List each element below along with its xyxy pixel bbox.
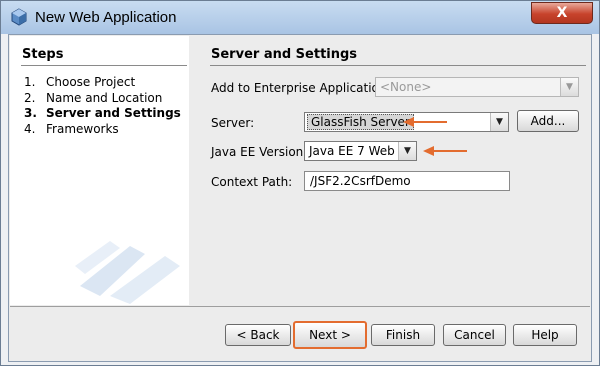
title-bar[interactable]: New Web Application X: [1, 1, 599, 34]
steps-panel: Steps 1. Choose Project 2. Name and Locati…: [10, 36, 189, 305]
new-web-application-dialog: New Web Application X Steps 1. Choose Pro…: [0, 0, 600, 366]
context-path-label: Context Path:: [211, 175, 293, 189]
javaee-version-select[interactable]: Java EE 7 Web ▼: [304, 141, 417, 161]
steps-heading: Steps: [22, 47, 64, 62]
arrow-left-icon: [423, 146, 467, 156]
close-button[interactable]: X: [531, 2, 593, 24]
step-number: 1.: [24, 75, 36, 89]
step-number: 2.: [24, 91, 36, 105]
chevron-down-icon[interactable]: ▼: [560, 78, 578, 96]
server-settings-panel: Server and Settings Add to Enterprise Ap…: [191, 36, 589, 305]
footer-divider: [10, 306, 590, 307]
server-value: GlassFish Server: [307, 114, 414, 130]
javaee-version-value: Java EE 7 Web: [309, 144, 395, 158]
step-label: Server and Settings: [46, 106, 181, 120]
section-heading: Server and Settings: [211, 47, 358, 62]
netbeans-cube-icon: [11, 8, 27, 26]
wizard-watermark-graphic: [75, 241, 180, 304]
finish-button[interactable]: Finish: [371, 324, 435, 346]
step-frameworks: 4. Frameworks: [24, 122, 119, 136]
back-button[interactable]: < Back: [225, 324, 291, 346]
step-label: Name and Location: [46, 91, 163, 105]
enterprise-app-label: Add to Enterprise Application:: [211, 81, 391, 95]
window-title: New Web Application: [35, 9, 177, 26]
step-label: Choose Project: [46, 75, 136, 89]
step-choose-project: 1. Choose Project: [24, 75, 135, 89]
enterprise-app-value: <None>: [380, 80, 432, 94]
section-divider: [210, 65, 586, 66]
help-button[interactable]: Help: [513, 324, 577, 346]
context-path-value: /JSF2.2CsrfDemo: [310, 174, 411, 188]
step-number: 3.: [24, 106, 37, 120]
enterprise-app-select[interactable]: <None> ▼: [375, 77, 579, 97]
step-name-and-location: 2. Name and Location: [24, 91, 162, 105]
add-server-button[interactable]: Add...: [517, 110, 579, 132]
arrow-left-icon: [403, 117, 447, 127]
step-number: 4.: [24, 122, 36, 136]
server-label: Server:: [211, 116, 255, 130]
javaee-version-label: Java EE Version:: [211, 145, 308, 159]
context-path-input[interactable]: /JSF2.2CsrfDemo: [304, 171, 510, 191]
steps-divider: [21, 65, 187, 66]
chevron-down-icon[interactable]: ▼: [398, 142, 416, 160]
step-label: Frameworks: [46, 122, 119, 136]
step-server-and-settings: 3. Server and Settings: [24, 106, 181, 120]
cancel-button[interactable]: Cancel: [443, 324, 506, 346]
chevron-down-icon[interactable]: ▼: [490, 113, 508, 131]
next-button[interactable]: Next >: [293, 321, 367, 349]
dialog-body: Steps 1. Choose Project 2. Name and Locati…: [8, 34, 592, 362]
